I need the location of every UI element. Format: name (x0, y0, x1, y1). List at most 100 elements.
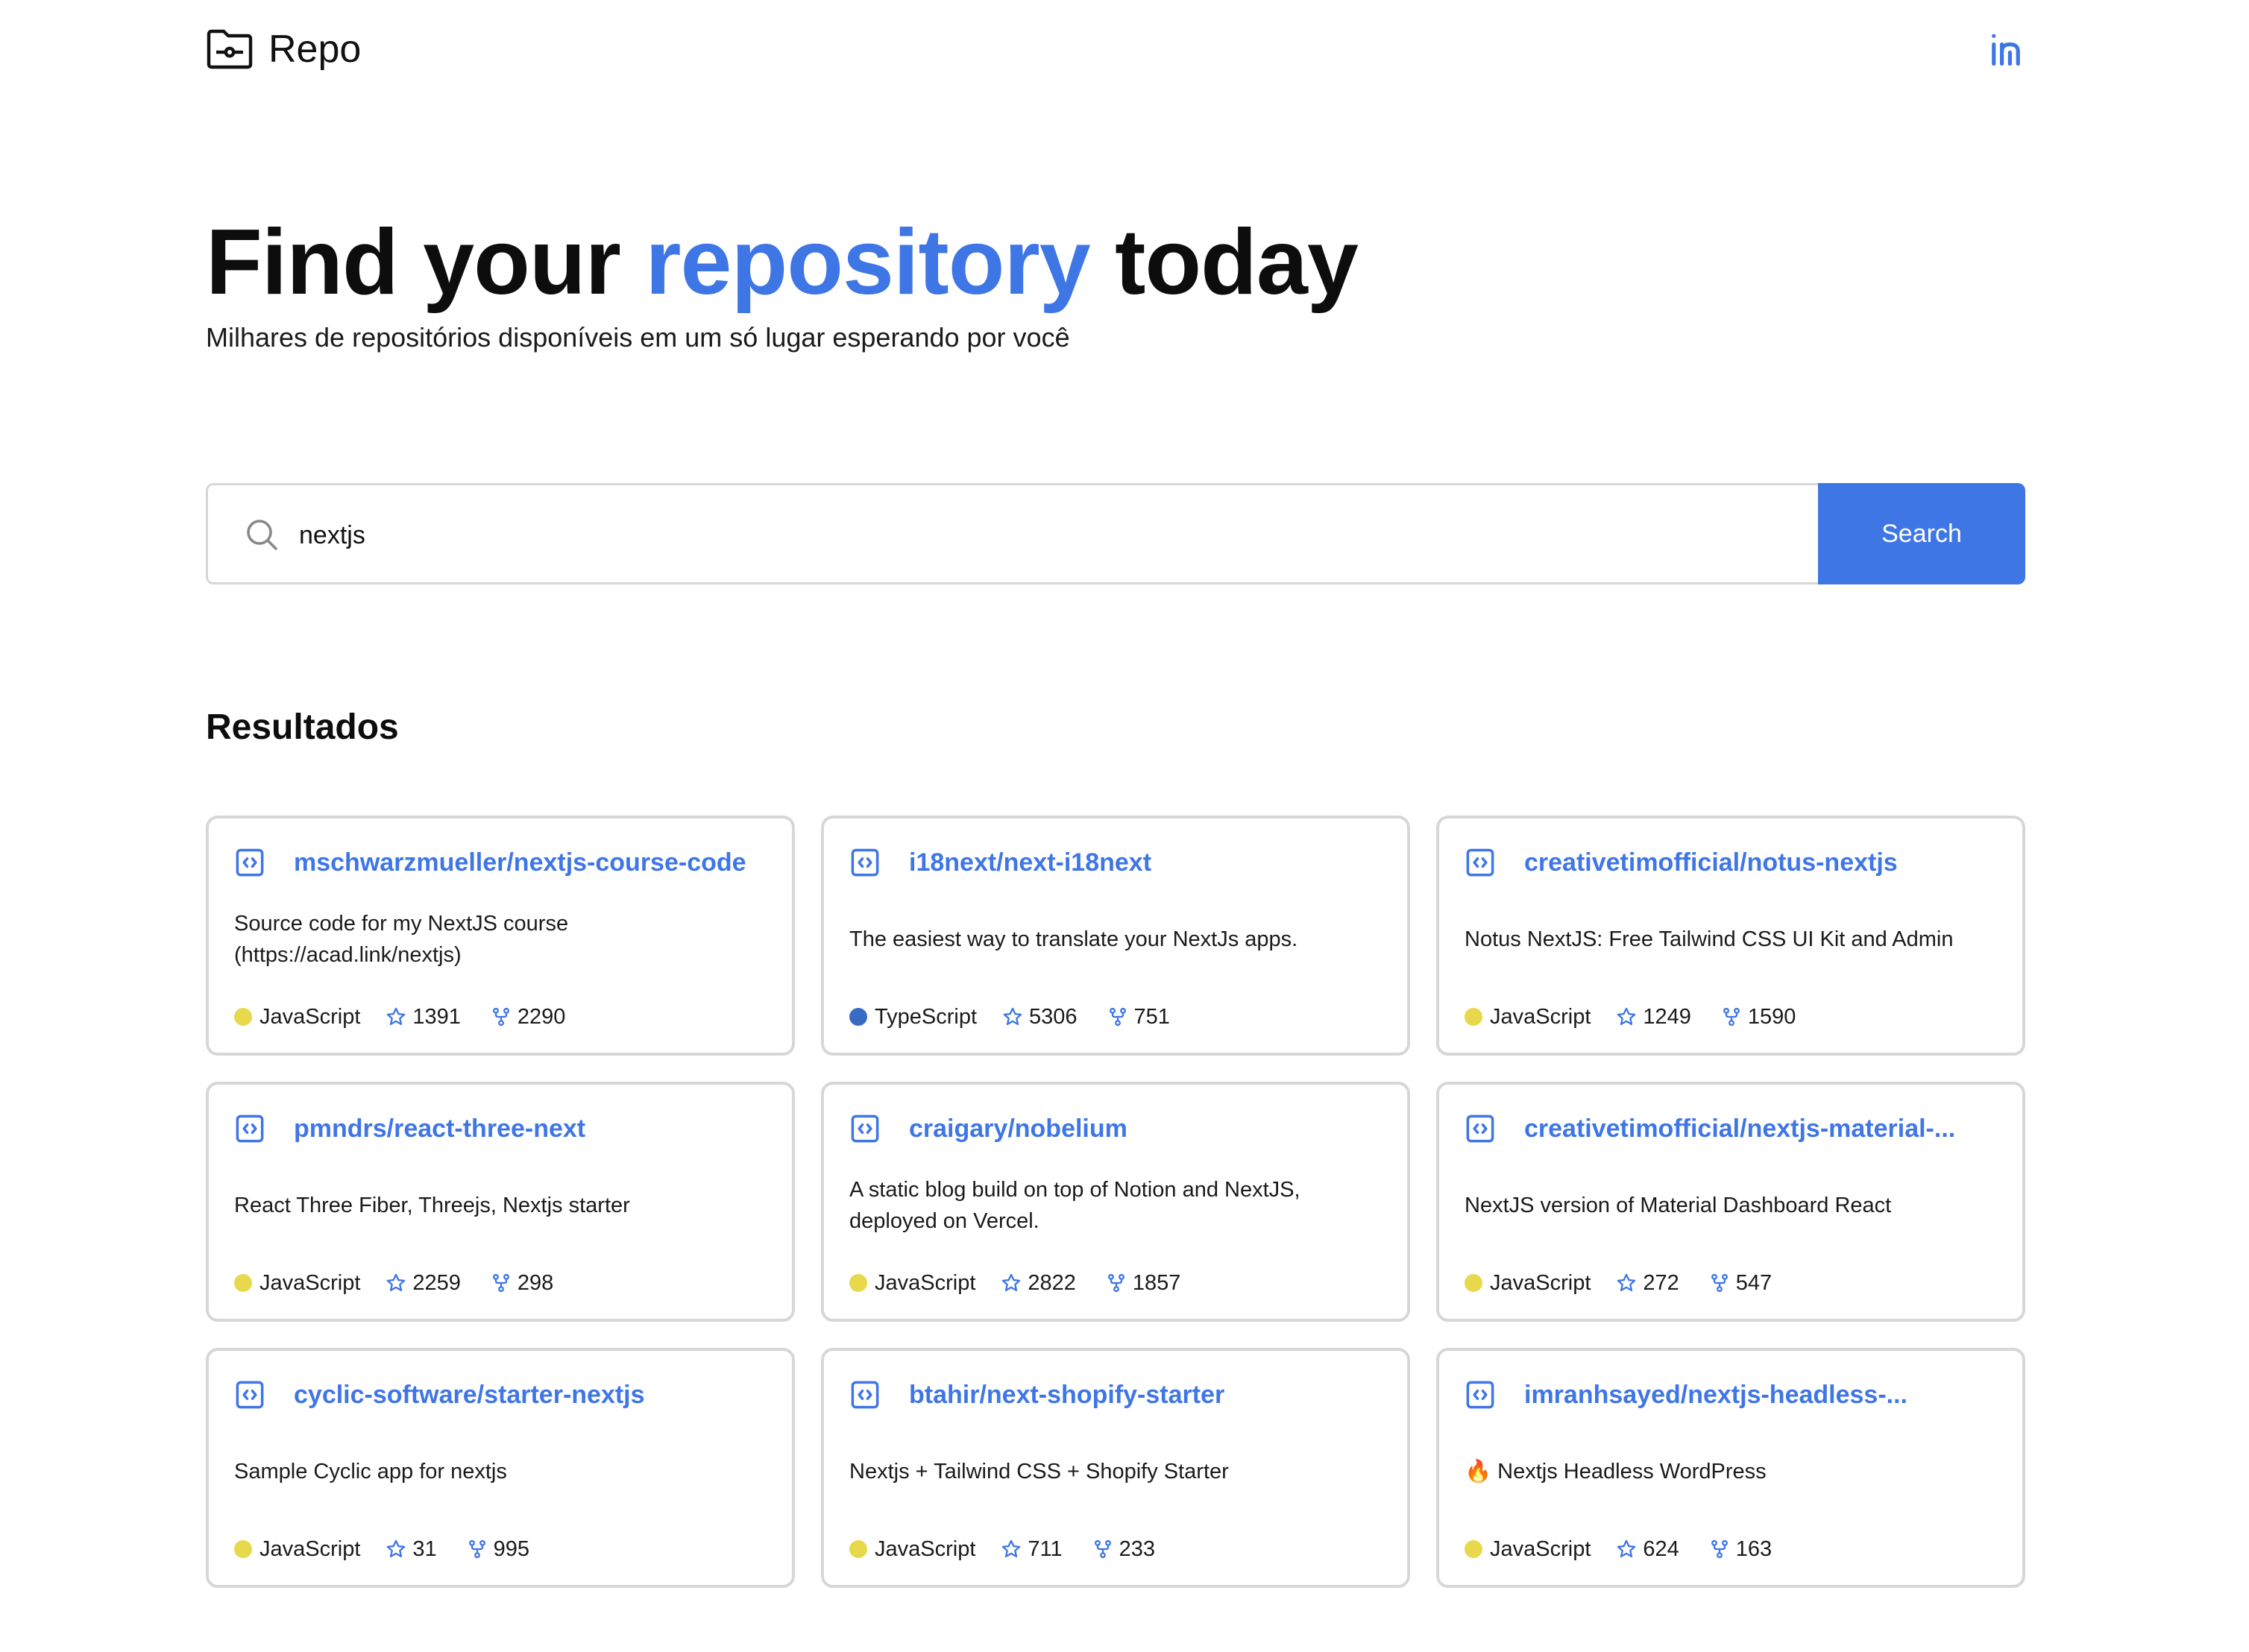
language-color-dot (1465, 1274, 1482, 1292)
language-color-dot (1465, 1008, 1482, 1026)
repo-card[interactable]: imranhsayed/nextjs-headless-... 🔥 Nextjs … (1436, 1348, 2025, 1588)
top-bar: Repo (206, 22, 2025, 76)
repo-meta: JavaScript 31 995 (234, 1534, 529, 1564)
results-grid: mschwarzmueller/nextjs-course-code Source… (206, 816, 2025, 1588)
repo-meta: JavaScript 711 233 (849, 1534, 1155, 1564)
star-icon (1616, 1539, 1637, 1560)
code-file-icon (849, 847, 881, 878)
repo-card-header: mschwarzmueller/nextjs-course-code (234, 847, 762, 880)
language-color-dot (234, 1274, 252, 1292)
repo-stars: 31 (412, 1536, 437, 1561)
repo-forks: 2290 (517, 1004, 566, 1029)
repo-stars: 1391 (412, 1004, 461, 1029)
repo-name-link[interactable]: i18next/next-i18next (909, 848, 1377, 877)
repo-card-header: cyclic-software/starter-nextjs (234, 1379, 762, 1412)
search-icon (247, 520, 277, 550)
code-file-icon (234, 1113, 265, 1144)
star-icon (1001, 1273, 1022, 1293)
repo-card-header: i18next/next-i18next (849, 847, 1377, 880)
star-icon (386, 1273, 406, 1293)
repo-card[interactable]: craigary/nobelium A static blog build on … (821, 1082, 1410, 1322)
code-file-icon (234, 1379, 265, 1410)
code-file-icon (1465, 1113, 1496, 1144)
repo-name-link[interactable]: craigary/nobelium (909, 1115, 1377, 1144)
fork-icon (1107, 1006, 1128, 1027)
star-icon (386, 1539, 406, 1560)
repo-stars: 2822 (1028, 1270, 1076, 1295)
linkedin-icon[interactable] (1987, 30, 2025, 69)
repo-stars: 272 (1643, 1270, 1679, 1295)
code-file-icon (234, 847, 265, 878)
search-bar (206, 483, 1818, 584)
fork-icon (467, 1539, 488, 1560)
language-color-dot (849, 1008, 867, 1026)
repo-name-link[interactable]: creativetimofficial/nextjs-material-... (1524, 1115, 1992, 1144)
repo-description: React Three Fiber, Threejs, Nextjs start… (234, 1194, 630, 1217)
repo-card[interactable]: mschwarzmueller/nextjs-course-code Source… (206, 816, 795, 1056)
repo-stars: 5306 (1029, 1004, 1078, 1029)
repo-name-link[interactable]: cyclic-software/starter-nextjs (294, 1381, 762, 1410)
repo-language: JavaScript (260, 1536, 361, 1561)
repo-card[interactable]: creativetimofficial/notus-nextjs Notus Ne… (1436, 816, 2025, 1056)
repo-name-link[interactable]: pmndrs/react-three-next (294, 1115, 762, 1144)
repo-forks: 298 (517, 1270, 554, 1295)
hero-title-part1: Find your (206, 211, 646, 314)
page: Repo Find your repository today Milhares… (0, 0, 2249, 1652)
repo-language: JavaScript (1490, 1004, 1591, 1029)
fork-icon (1106, 1273, 1127, 1293)
repo-description: The easiest way to translate your NextJs… (849, 927, 1298, 951)
repo-card[interactable]: pmndrs/react-three-next React Three Fiber… (206, 1082, 795, 1322)
repo-name-link[interactable]: imranhsayed/nextjs-headless-... (1524, 1381, 1992, 1410)
repo-card-header: craigary/nobelium (849, 1113, 1377, 1146)
brand-logo[interactable]: Repo (206, 27, 361, 72)
star-icon (1616, 1006, 1637, 1027)
star-icon (386, 1006, 406, 1027)
repo-language: JavaScript (875, 1270, 976, 1295)
code-file-icon (1465, 847, 1496, 878)
repo-description: Source code for my NextJS course (https:… (234, 912, 569, 967)
repo-name-link[interactable]: creativetimofficial/notus-nextjs (1524, 848, 1992, 877)
repo-meta: JavaScript 2259 298 (234, 1268, 553, 1298)
language-color-dot (1465, 1540, 1482, 1558)
code-file-icon (1465, 1379, 1496, 1410)
repo-card[interactable]: cyclic-software/starter-nextjs Sample Cyc… (206, 1348, 795, 1588)
hero-title: Find your repository today (206, 203, 1359, 322)
fork-icon (491, 1006, 512, 1027)
hero-subtitle: Milhares de repositórios disponíveis em … (206, 322, 1070, 353)
repo-meta: JavaScript 2822 1857 (849, 1268, 1180, 1298)
fork-icon (1092, 1539, 1113, 1560)
search-input[interactable] (298, 505, 1717, 566)
repo-language: JavaScript (1490, 1270, 1591, 1295)
repo-language: JavaScript (260, 1004, 361, 1029)
repo-stars: 1249 (1643, 1004, 1691, 1029)
language-color-dot (849, 1540, 867, 1558)
fork-icon (1721, 1006, 1742, 1027)
repo-name-link[interactable]: mschwarzmueller/nextjs-course-code (294, 848, 762, 877)
fork-icon (1709, 1273, 1730, 1293)
fork-icon (491, 1273, 512, 1293)
repo-forks: 995 (493, 1536, 530, 1561)
star-icon (1616, 1273, 1637, 1293)
repo-meta: JavaScript 1249 1590 (1465, 1002, 1796, 1032)
hero-title-accent: repository (645, 211, 1090, 314)
repo-forks: 751 (1133, 1004, 1170, 1029)
repo-name-link[interactable]: btahir/next-shopify-starter (909, 1381, 1377, 1410)
repo-description: 🔥 Nextjs Headless WordPress (1465, 1460, 1767, 1484)
fork-icon (1709, 1539, 1730, 1560)
repo-card[interactable]: btahir/next-shopify-starter Nextjs + Tail… (821, 1348, 1410, 1588)
repo-description: NextJS version of Material Dashboard Rea… (1465, 1194, 1892, 1217)
repo-description: Sample Cyclic app for nextjs (234, 1460, 507, 1484)
repo-forks: 1590 (1747, 1004, 1796, 1029)
search-button[interactable]: Search (1818, 483, 2025, 584)
folder-git-icon (207, 29, 253, 69)
repo-description: Notus NextJS: Free Tailwind CSS UI Kit a… (1465, 927, 1954, 951)
repo-card[interactable]: i18next/next-i18next The easiest way to t… (821, 816, 1410, 1056)
repo-card[interactable]: creativetimofficial/nextjs-material-... N… (1436, 1082, 2025, 1322)
repo-stars: 711 (1028, 1536, 1063, 1561)
repo-forks: 1857 (1132, 1270, 1181, 1295)
repo-language: JavaScript (1490, 1536, 1591, 1561)
repo-meta: JavaScript 624 163 (1465, 1534, 1772, 1564)
repo-meta: JavaScript 1391 2290 (234, 1002, 565, 1032)
repo-language: JavaScript (260, 1270, 361, 1295)
results-title: Resultados (206, 707, 399, 747)
